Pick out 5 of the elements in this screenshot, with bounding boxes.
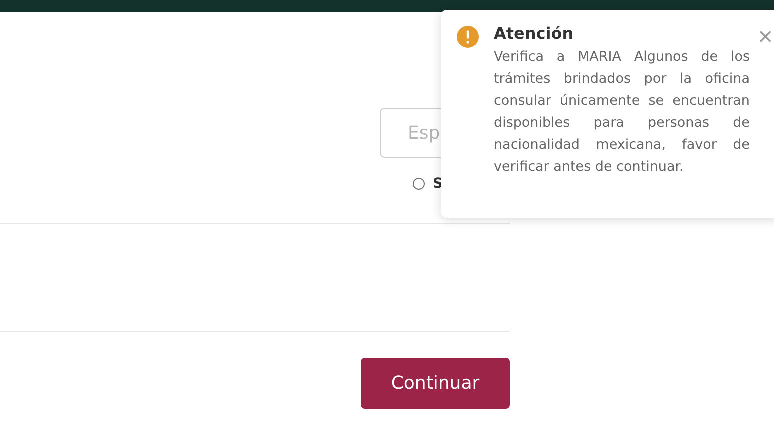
continue-button[interactable]: Continuar (361, 358, 510, 409)
toast-message: Verifica a MARIA Algunos de los trámites brindados por la oficina consular únicamente se encuentran disponibles para personas de nacionalidad mexicana, favor de verificar antes de continuar. (494, 48, 750, 177)
toast-title: Atención (494, 24, 575, 43)
warning-icon (457, 26, 479, 48)
radio-button[interactable] (413, 178, 425, 190)
